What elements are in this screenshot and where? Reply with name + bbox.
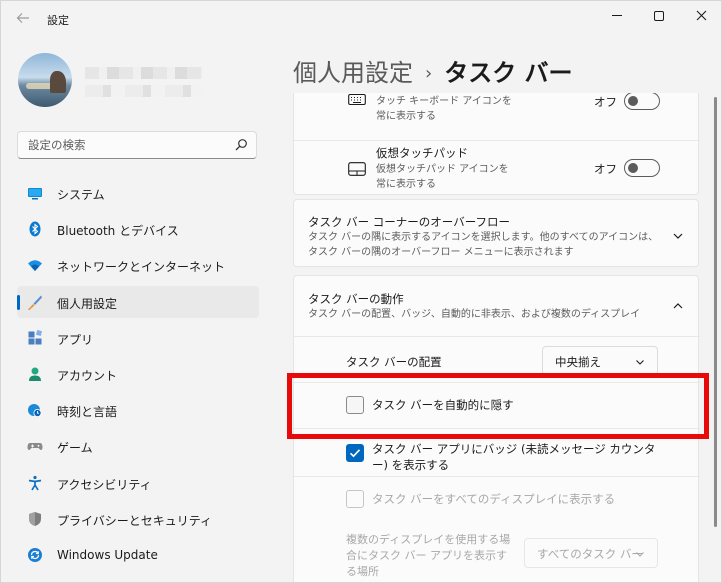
maximize-icon [654,10,664,21]
badges-label[interactable]: タスク バー アプリにバッジ (未読メッセージ カウンター) を表示する [372,441,662,473]
sidebar-item-label: Windows Update [57,547,158,562]
checkmark-icon [349,449,361,458]
monitor-icon [28,188,42,200]
sidebar-nav: システム Bluetooth とデバイス ネットワークとインターネット 個人用設… [17,177,259,575]
breadcrumb-parent[interactable]: 個人用設定 [293,59,413,87]
taskbar-alignment-value: 中央揃え [555,355,601,369]
sidebar-item-system[interactable]: システム [17,177,259,209]
sidebar-item-apps[interactable]: アプリ [17,322,259,354]
corner-overflow-title: タスク バー コーナーのオーバーフロー [308,215,511,229]
sidebar-item-label: アプリ [57,332,94,347]
multi-display-value: すべてのタスク バー [537,547,643,561]
bluetooth-icon [29,221,41,237]
person-icon [29,367,41,381]
taskbar-alignment-label: タスク バーの配置 [346,355,442,369]
setting-row-virtual-touchpad: 仮想タッチパッド 仮想タッチパッド アイコンを常に表示する オフ [294,140,700,196]
divider [294,476,700,477]
sidebar-item-accessibility[interactable]: アクセシビリティ [17,467,259,499]
apps-icon [28,329,43,345]
back-arrow-icon [16,13,29,23]
title-bar: 設定 [1,1,721,35]
avatar-rock [50,71,66,93]
touch-keyboard-toggle-state: オフ [594,95,617,109]
close-button[interactable] [681,3,721,29]
virtual-touchpad-title: 仮想タッチパッド [376,146,468,160]
sidebar-item-windows-update[interactable]: Windows Update [17,539,259,571]
multi-display-label: 複数のディスプレイを使用する場合にタスク バー アプリを表示する場所 [346,533,511,578]
user-name-blurred [85,67,203,79]
taskbar-behaviors-title: タスク バーの動作 [308,292,404,306]
keyboard-icon [348,93,366,106]
brush-icon [28,295,42,310]
setting-row-touch-keyboard: タッチ キーボード アイコンを常に表示する オフ [294,93,700,140]
taskbar-behaviors-description: タスク バーの配置、バッジ、自動的に非表示、および複数のディスプレイ [308,309,641,320]
sidebar-item-label: Bluetooth とデバイス [57,224,179,239]
sidebar-item-privacy-security[interactable]: プライバシーとセキュリティ [17,503,259,535]
virtual-touchpad-toggle[interactable] [624,159,660,177]
sidebar-item-time-language[interactable]: 時刻と言語 [17,394,259,426]
scrollbar[interactable] [714,97,717,527]
sidebar-item-personalization[interactable]: 個人用設定 [17,285,259,318]
search-box[interactable] [17,131,257,159]
corner-overflow-description: タスク バーの隅に表示するアイコンを選択します。他のすべてのアイコンは、タスク … [308,232,659,258]
user-email-blurred [85,85,203,97]
sidebar-item-label: アクセシビリティ [57,477,152,492]
corner-icons-card: タッチ キーボード アイコンを常に表示する オフ 仮想タッチパッド 仮想タッチパ… [293,93,700,196]
settings-window: 設定 システム Bluetooth とデバイス ネットワークとインターネット [0,0,722,583]
update-icon [28,547,42,562]
sidebar-item-network[interactable]: ネットワークとインターネット [17,249,259,281]
sidebar-item-label: ネットワークとインターネット [57,260,226,275]
avatar[interactable] [18,53,72,107]
sidebar-item-label: プライバシーとセキュリティ [57,513,213,528]
sidebar-item-gaming[interactable]: ゲーム [17,430,259,462]
divider [294,336,700,337]
corner-overflow-card[interactable]: タスク バー コーナーのオーバーフロー タスク バーの隅に表示するアイコンを選択… [293,199,699,267]
content-area[interactable]: タッチ キーボード アイコンを常に表示する オフ 仮想タッチパッド 仮想タッチパ… [293,93,701,582]
sidebar-item-label: アカウント [57,368,118,383]
sidebar-item-label: 時刻と言語 [57,405,118,420]
badges-checkbox[interactable] [346,444,364,462]
shield-icon [29,511,41,526]
touch-keyboard-toggle[interactable] [624,93,660,110]
multi-display-dropdown[interactable]: すべてのタスク バー [524,538,658,568]
toggle-knob [628,96,638,106]
breadcrumb-separator: › [425,63,433,84]
virtual-touchpad-toggle-state: オフ [594,162,617,176]
minimize-icon [612,15,622,16]
clock-globe-icon [28,404,42,418]
highlight-box [287,373,709,439]
all-displays-label: タスク バーをすべてのディスプレイに表示する [372,492,616,506]
gamepad-icon [27,443,43,451]
maximize-button[interactable] [639,3,679,29]
virtual-touchpad-description: 仮想タッチパッド アイコンを常に表示する [376,164,509,190]
sidebar-item-accounts[interactable]: アカウント [17,358,259,390]
accessibility-icon [28,475,42,490]
sidebar-item-bluetooth[interactable]: Bluetooth とデバイス [17,213,259,245]
search-icon[interactable] [234,138,248,152]
wifi-icon [28,260,42,272]
page-title: タスク バー [444,59,573,87]
toggle-knob [628,163,638,173]
sidebar-item-label: 個人用設定 [57,296,118,311]
close-icon [696,10,706,21]
taskbar-behaviors-header[interactable]: タスク バーの動作 タスク バーの配置、バッジ、自動的に非表示、および複数のディ… [294,276,700,336]
all-displays-checkbox[interactable] [346,490,364,508]
window-title: 設定 [47,14,69,27]
breadcrumb: 個人用設定 › タスク バー [293,53,573,88]
chevron-down-icon [636,360,644,365]
touchpad-icon [348,162,366,176]
chevron-down-icon[interactable] [672,230,684,242]
back-button[interactable] [11,7,35,29]
sidebar-item-label: システム [57,188,105,202]
minimize-button[interactable] [597,3,637,29]
search-input[interactable] [28,137,228,153]
chevron-down-icon [636,552,644,557]
taskbar-alignment-dropdown[interactable]: 中央揃え [542,346,658,376]
chevron-up-icon[interactable] [672,300,684,312]
touch-keyboard-description: タッチ キーボード アイコンを常に表示する [376,96,512,122]
sidebar-item-label: ゲーム [57,441,93,456]
